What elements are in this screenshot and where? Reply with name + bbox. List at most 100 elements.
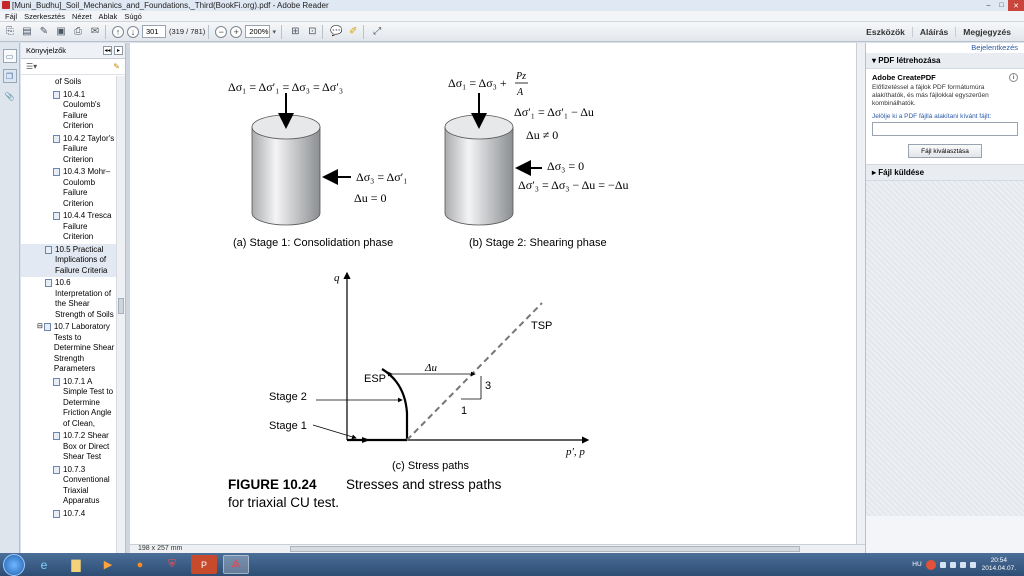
tray-network-icon[interactable] [949, 561, 956, 568]
zoom-input[interactable]: 200% [245, 25, 271, 38]
bookmark-icon [43, 323, 51, 331]
tab-sign[interactable]: Aláírás [911, 27, 955, 37]
create-pdf-icon[interactable]: ⎘ [3, 25, 17, 39]
clock[interactable]: 20:54 2014.04.07. [982, 557, 1016, 573]
page-number-input[interactable]: 301 [142, 25, 166, 38]
stage1-side-equation: Δσ₃ = Δσ′₁ [356, 170, 407, 184]
select-file-button[interactable]: Fájl kiválasztása [908, 144, 982, 158]
stage1-top-equation: Δσ₁ = Δσ′₁ = Δσ₃ = Δσ′₃ [228, 80, 343, 94]
bookmark-label: 10.4.4 Tresca Failure Criterion [63, 211, 112, 241]
zoom-dropdown-icon[interactable]: ▾ [270, 25, 278, 39]
bookmark-label: 10.7.2 Shear Box or Direct Shear Test [63, 431, 110, 461]
list-item[interactable]: 10.4.2 Taylor's Failure Criterion [21, 133, 117, 167]
adobe-reader-taskbar-icon[interactable]: ⟁ [223, 555, 249, 574]
menu-edit[interactable]: Szerkesztés [24, 12, 65, 21]
collapse-panel-icon[interactable]: ◂◂ [103, 46, 112, 55]
list-item[interactable]: 10.4.3 Mohr–Coulomb Failure Criterion [21, 166, 117, 210]
antivirus-icon[interactable]: ⛨ [159, 555, 185, 574]
scroll-thumb[interactable] [290, 546, 800, 552]
media-player-icon[interactable]: ▶ [95, 555, 121, 574]
zoom-in-icon[interactable]: + [230, 25, 243, 38]
minimize-button[interactable]: – [982, 0, 995, 11]
bookmark-label: 10.6 Interpretation of the Shear Strengt… [55, 278, 114, 319]
stage2-label: Stage 2 [269, 391, 307, 403]
figure-caption-line1: Stresses and stress paths [346, 477, 502, 492]
start-button[interactable] [3, 553, 25, 576]
list-item[interactable]: 10.4.1 Coulomb's Failure Criterion [21, 89, 117, 133]
bookmark-label: of Soils [55, 77, 82, 86]
close-button[interactable]: ✕ [1008, 0, 1024, 11]
firefox-icon[interactable]: ● [127, 555, 153, 574]
login-link[interactable]: Bejelentkezés [866, 43, 1024, 53]
clock-date: 2014.04.07. [981, 564, 1016, 572]
list-item[interactable]: 10.7.4 [21, 508, 117, 521]
powerpoint-icon[interactable]: P [191, 555, 217, 574]
email-icon[interactable]: ✉ [88, 25, 102, 39]
save-icon[interactable]: ▣ [54, 25, 68, 39]
toolbar-divider [363, 24, 365, 39]
file-explorer-icon[interactable]: ▇ [63, 555, 89, 574]
print-icon[interactable]: ⎙ [71, 25, 85, 39]
bookmarks-icon[interactable]: ❐ [2, 69, 17, 83]
previous-page-icon[interactable]: ↑ [112, 25, 124, 38]
toolbar-divider [105, 24, 106, 39]
info-icon[interactable]: i [1009, 73, 1018, 82]
list-item[interactable]: 10.7.3 Conventional Triaxial Apparatus [21, 464, 117, 508]
zoom-out-icon[interactable]: − [215, 25, 228, 38]
comment-icon[interactable]: 💬 [329, 25, 343, 39]
next-page-icon[interactable]: ↓ [127, 25, 139, 38]
bookmark-label: 10.4.1 Coulomb's Failure Criterion [63, 89, 101, 131]
tray-volume-icon[interactable] [969, 561, 976, 568]
panel-arrow-icon[interactable]: ▸ [114, 46, 123, 55]
tray-flag-icon[interactable] [939, 561, 946, 568]
window-title: [Muni_Budhu]_Soil_Mechanics_and_Foundati… [12, 1, 329, 10]
list-item[interactable]: 10.7.2 Shear Box or Direct Shear Test [21, 430, 117, 464]
bookmark-label: 10.7.1 A Simple Test to Determine Fricti… [63, 376, 114, 428]
stage2-top-equation: Δσ₁ = Δσ₃ + [448, 76, 507, 90]
options-icon[interactable]: ☰▾ [26, 62, 37, 71]
internet-explorer-icon[interactable]: e [31, 555, 57, 574]
edit-icon[interactable]: ✎ [37, 25, 51, 39]
list-item[interactable]: ⊟ 10.7 Laboratory Tests to Determine She… [21, 321, 117, 376]
file-path-input[interactable] [872, 122, 1018, 136]
find-bookmark-icon[interactable]: ✎ [113, 62, 120, 71]
attachments-icon[interactable]: 📎 [3, 89, 17, 103]
highlight-icon[interactable]: ✐ [346, 25, 360, 39]
tray-app-icon[interactable] [925, 559, 936, 570]
system-tray: HU 20:54 2014.04.07. [912, 553, 1024, 576]
maximize-button[interactable]: □ [995, 0, 1008, 11]
stage1-label: Stage 1 [269, 420, 307, 432]
fit-width-icon[interactable]: ⊡ [305, 25, 319, 39]
vertical-scrollbar[interactable] [856, 43, 865, 544]
stress-path-caption: (c) Stress paths [392, 460, 470, 472]
collapse-icon[interactable]: ⊟ [37, 322, 43, 375]
horizontal-scrollbar[interactable] [130, 544, 865, 553]
document-page: Δσ₁ = Δσ′₁ = Δσ₃ = Δσ′₃ Δσ₃ = Δσ′₁ Δu = … [130, 43, 857, 544]
menu-window[interactable]: Ablak [99, 12, 118, 21]
bookmarks-scrollbar[interactable] [116, 76, 125, 553]
section-send-file[interactable]: ▸ Fájl küldése [866, 165, 1024, 181]
tab-comment[interactable]: Megjegyzés [955, 27, 1018, 37]
pore-pressure-label: Δu [424, 362, 437, 374]
createpdf-description: Előfizetéssel a fájlok PDF formátumúra a… [872, 84, 989, 107]
fit-page-icon[interactable]: ⊞ [288, 25, 302, 39]
menu-view[interactable]: Nézet [72, 12, 92, 21]
menu-help[interactable]: Súgó [124, 12, 142, 21]
combine-icon[interactable]: ▤ [20, 25, 34, 39]
stage2-equation-1: Δσ′₁ = Δσ′₁ − Δu [514, 105, 594, 119]
tray-battery-icon[interactable] [959, 561, 966, 568]
tab-tools[interactable]: Eszközök [859, 27, 912, 37]
scroll-thumb[interactable] [118, 298, 124, 314]
language-indicator[interactable]: HU [912, 561, 921, 568]
window-controls: – □ ✕ [982, 0, 1024, 11]
section-create-pdf[interactable]: ▾ PDF létrehozása [866, 53, 1024, 69]
menu-file[interactable]: Fájl [5, 12, 17, 21]
list-item[interactable]: 10.4.4 Tresca Failure Criterion [21, 210, 117, 244]
list-item[interactable]: of Soils [21, 76, 117, 89]
list-item[interactable]: 10.6 Interpretation of the Shear Strengt… [21, 277, 117, 321]
expand-icon[interactable]: ⤢ [370, 25, 384, 39]
list-item-selected[interactable]: 10.5 Practical Implications of Failure C… [21, 243, 117, 277]
page-thumbnails-icon[interactable]: ▭ [2, 49, 17, 63]
stage1-pore-pressure: Δu = 0 [354, 191, 386, 205]
list-item[interactable]: 10.7.1 A Simple Test to Determine Fricti… [21, 376, 117, 431]
